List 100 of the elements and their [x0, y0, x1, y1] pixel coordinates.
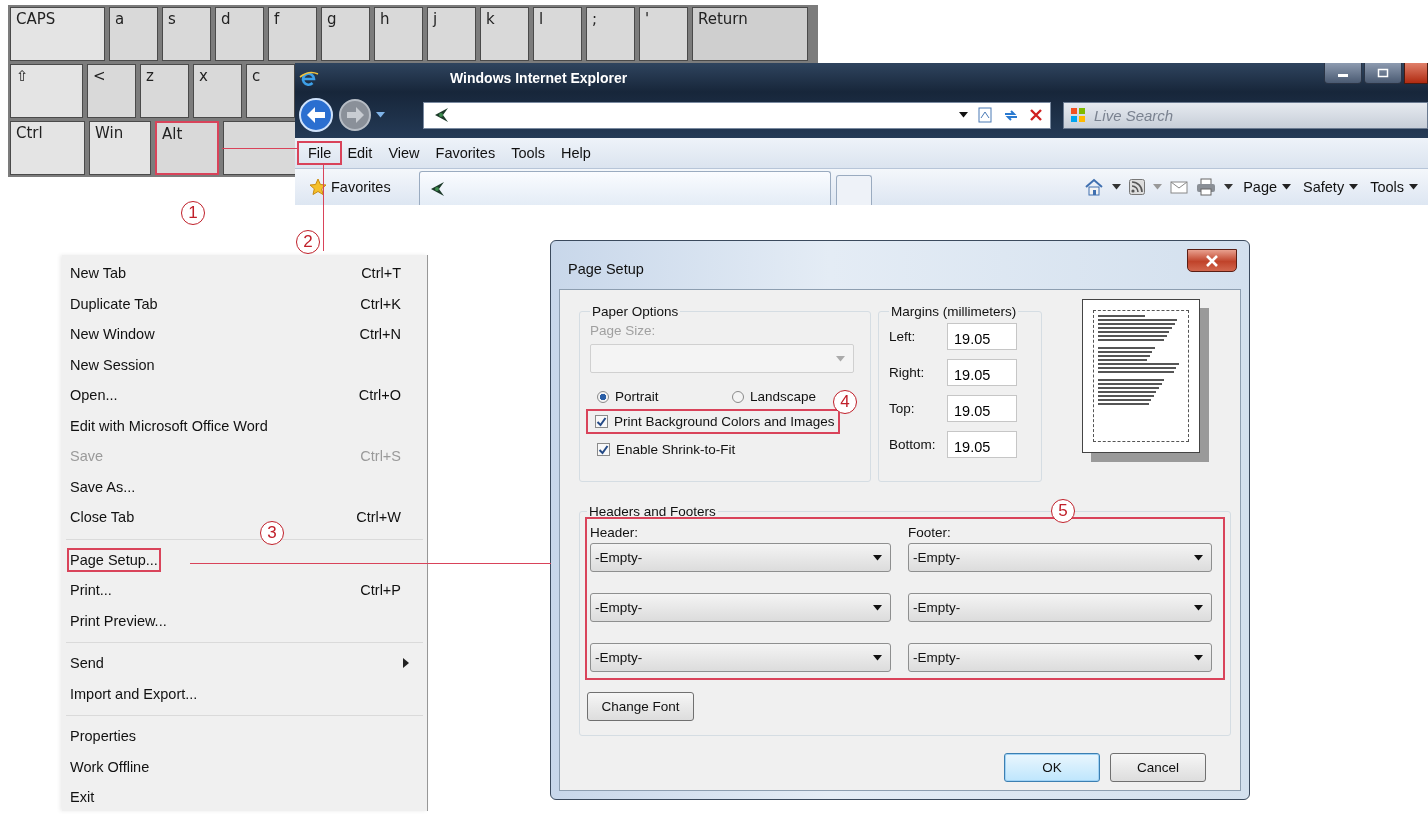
- dropdown[interactable]: -Empty-: [590, 643, 891, 672]
- menu-item[interactable]: Print Preview...: [69, 610, 168, 631]
- menu-item[interactable]: Open...: [69, 385, 119, 406]
- menu-item[interactable]: Properties: [69, 726, 138, 747]
- keyboard-key[interactable]: s: [162, 7, 211, 61]
- menu-item[interactable]: New Window: [69, 324, 156, 345]
- field-label: Top:: [889, 401, 916, 416]
- toolbar-menu-button[interactable]: Tools: [1368, 179, 1420, 195]
- dropdown[interactable]: -Empty-: [908, 643, 1212, 672]
- favorites-button[interactable]: Favorites: [295, 172, 399, 202]
- keyboard-key[interactable]: c: [246, 64, 295, 118]
- maximize-icon: [1377, 68, 1389, 78]
- shortcut-text: Ctrl+T: [361, 265, 401, 282]
- dialog-button[interactable]: OK: [1004, 753, 1100, 782]
- home-icon[interactable]: [1084, 178, 1105, 196]
- caret-icon: [873, 554, 882, 561]
- keyboard-key[interactable]: z: [140, 64, 189, 118]
- caret-icon: [1194, 554, 1203, 561]
- keyboard-key[interactable]: x: [193, 64, 242, 118]
- dialog-title: Page Setup: [567, 260, 644, 277]
- minimize-button[interactable]: [1324, 63, 1362, 84]
- menu-item[interactable]: Favorites: [427, 144, 504, 162]
- keyboard-key[interactable]: Win: [89, 121, 151, 175]
- menu-item[interactable]: Save As...: [69, 476, 137, 497]
- caret-icon: [1409, 184, 1418, 190]
- caret-icon: [873, 604, 882, 611]
- submenu-arrow-icon: [403, 658, 409, 669]
- margin-input[interactable]: 19.05: [947, 395, 1017, 422]
- caret-icon: [1153, 184, 1163, 190]
- margin-input[interactable]: 19.05: [947, 431, 1017, 458]
- shortcut-text: Ctrl+P: [360, 582, 401, 599]
- field-label: Page Size:: [590, 323, 657, 338]
- menu-item[interactable]: Exit: [69, 787, 96, 808]
- step-number: 2: [296, 230, 320, 254]
- caret-icon: [1349, 184, 1359, 190]
- feed-icon[interactable]: [1129, 179, 1146, 195]
- keyboard-key[interactable]: f: [268, 7, 317, 61]
- menu-item[interactable]: View: [380, 144, 428, 162]
- dropdown[interactable]: -Empty-: [590, 543, 891, 572]
- menu-item[interactable]: Import and Export...: [69, 683, 199, 704]
- keyboard-key[interactable]: <: [87, 64, 136, 118]
- menu-item[interactable]: Edit with Microsoft Office Word: [69, 415, 269, 436]
- printer-icon[interactable]: [1196, 178, 1217, 196]
- keyboard-key[interactable]: CAPS: [10, 7, 105, 61]
- keyboard-key[interactable]: Alt: [155, 121, 219, 175]
- toolbar-menu-button[interactable]: Safety: [1301, 179, 1361, 195]
- menu-item[interactable]: Tools: [503, 144, 554, 162]
- search-field[interactable]: Live Search: [1063, 101, 1428, 129]
- close-button[interactable]: [1404, 63, 1428, 84]
- dropdown[interactable]: -Empty-: [908, 543, 1212, 572]
- check-icon: [598, 444, 609, 455]
- stop-icon[interactable]: [1028, 107, 1044, 123]
- address-field[interactable]: [423, 101, 1051, 129]
- menu-item[interactable]: Send: [69, 653, 105, 674]
- flag-icon: [1069, 105, 1087, 124]
- toolbar-menu-button[interactable]: Page: [1241, 179, 1294, 195]
- field-label: Bottom:: [889, 437, 937, 452]
- dropdown[interactable]: -Empty-: [590, 593, 891, 622]
- caret-icon: [836, 355, 845, 362]
- keyboard-key[interactable]: g: [321, 7, 370, 61]
- margin-input[interactable]: 19.05: [947, 323, 1017, 350]
- menu-item[interactable]: Page Setup...: [69, 549, 159, 570]
- caret-icon: [1282, 184, 1292, 190]
- radio-label: Landscape: [750, 389, 817, 404]
- keyboard-key[interactable]: ;: [586, 7, 635, 61]
- mail-icon[interactable]: [1170, 180, 1189, 194]
- shortcut-text: Ctrl+K: [360, 295, 401, 312]
- menu-item[interactable]: New Tab: [69, 263, 128, 284]
- menu-item[interactable]: Edit: [339, 144, 381, 162]
- keyboard-key[interactable]: ': [639, 7, 688, 61]
- back-button-icon[interactable]: [298, 97, 334, 133]
- change-font-button[interactable]: Change Font: [587, 692, 694, 721]
- menu-item[interactable]: Help: [553, 144, 599, 162]
- menu-item[interactable]: Duplicate Tab: [69, 293, 159, 314]
- close-icon: [1205, 254, 1219, 267]
- group-title: Margins (millimeters): [890, 304, 1018, 319]
- keyboard-key[interactable]: l: [533, 7, 582, 61]
- field-label: Header:: [590, 523, 640, 542]
- shortcut-text: Ctrl+W: [356, 509, 401, 526]
- close-button[interactable]: [1187, 249, 1237, 272]
- keyboard-key[interactable]: ⇧: [10, 64, 83, 118]
- keyboard-key[interactable]: Ctrl: [10, 121, 85, 175]
- margin-input[interactable]: 19.05: [947, 359, 1017, 386]
- caret-icon: [1224, 184, 1234, 190]
- forward-button-icon[interactable]: [338, 98, 372, 132]
- menu-item[interactable]: File: [300, 144, 340, 162]
- keyboard-key[interactable]: Return: [692, 7, 808, 61]
- dialog-button[interactable]: Cancel: [1110, 753, 1206, 782]
- keyboard-key[interactable]: k: [480, 7, 529, 61]
- maximize-button[interactable]: [1364, 63, 1402, 84]
- keyboard-key[interactable]: h: [374, 7, 423, 61]
- menu-item[interactable]: Work Offline: [69, 756, 151, 777]
- keyboard-key[interactable]: a: [109, 7, 158, 61]
- page-icon[interactable]: [976, 106, 994, 124]
- menu-item[interactable]: New Session: [69, 354, 156, 375]
- dropdown[interactable]: -Empty-: [908, 593, 1212, 622]
- menu-item[interactable]: Close Tab: [69, 507, 136, 528]
- keyboard-key[interactable]: d: [215, 7, 264, 61]
- menu-item[interactable]: Print...: [69, 580, 113, 601]
- keyboard-key[interactable]: j: [427, 7, 476, 61]
